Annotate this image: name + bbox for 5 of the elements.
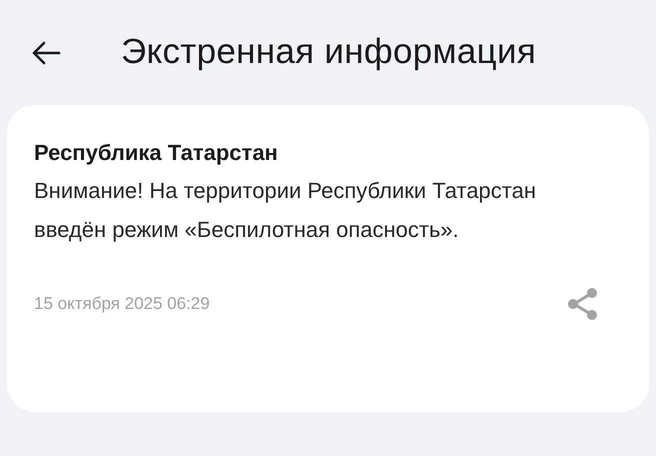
alert-message: Внимание! На территории Республики Татарстан введён режим «Беспилотная опасность». [34, 177, 538, 244]
page-title: Экстренная информация [121, 31, 536, 74]
alert-date: 15 октября 2025 06:29 [34, 293, 210, 316]
back-icon[interactable] [31, 40, 61, 64]
alert-region: Республика Татарстан [34, 139, 279, 167]
